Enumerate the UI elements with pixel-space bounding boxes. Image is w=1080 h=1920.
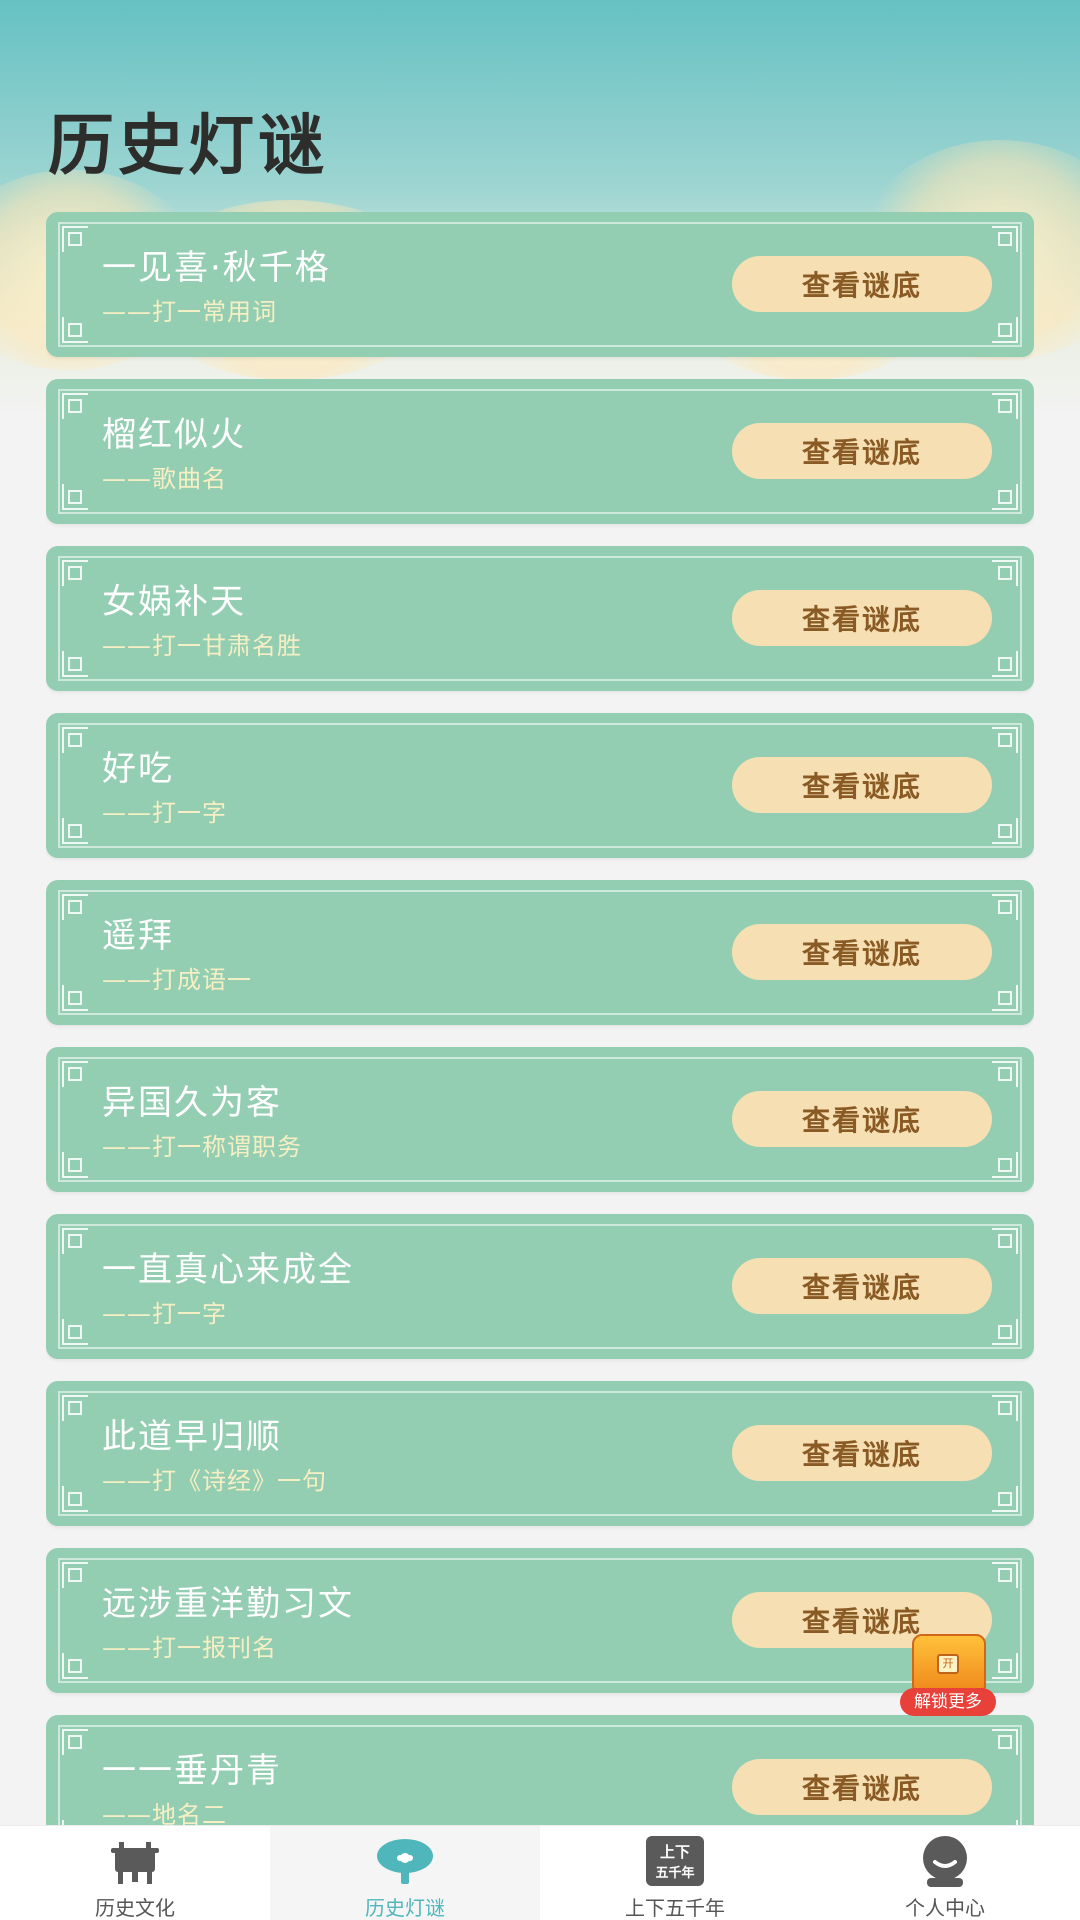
corner-ornament xyxy=(62,727,88,753)
corner-ornament xyxy=(992,1319,1018,1345)
corner-ornament xyxy=(992,1228,1018,1254)
view-answer-button[interactable]: 查看谜底 xyxy=(732,590,992,646)
riddle-card: 遥拜 ——打成语一 查看谜底 xyxy=(46,880,1034,1025)
riddle-list[interactable]: 一见喜·秋千格 ——打一常用词 查看谜底 榴红似火 ——歌曲名 查看谜底 女娲补… xyxy=(46,212,1034,1825)
tab-label: 历史灯谜 xyxy=(365,1896,445,1920)
view-answer-button[interactable]: 查看谜底 xyxy=(732,924,992,980)
corner-ornament xyxy=(992,1729,1018,1755)
corner-ornament xyxy=(992,1152,1018,1178)
view-answer-button[interactable]: 查看谜底 xyxy=(732,1091,992,1147)
view-answer-button[interactable]: 查看谜底 xyxy=(732,256,992,312)
calendar-block-icon: 上下 五千年 xyxy=(645,1836,705,1888)
tab-label: 历史文化 xyxy=(95,1896,175,1920)
view-answer-button[interactable]: 查看谜底 xyxy=(732,757,992,813)
riddle-hint: ——打一甘肃名胜 xyxy=(102,632,302,660)
corner-ornament xyxy=(62,560,88,586)
corner-ornament xyxy=(62,1395,88,1421)
corner-ornament xyxy=(992,818,1018,844)
corner-ornament xyxy=(992,651,1018,677)
riddle-hint: ——打一字 xyxy=(102,799,227,827)
riddle-text: 此道早归顺 xyxy=(102,1417,282,1457)
page-title: 历史灯谜 xyxy=(48,107,328,184)
riddle-hint: ——打一报刊名 xyxy=(102,1634,277,1662)
riddle-text: 好吃 xyxy=(102,749,174,789)
corner-ornament xyxy=(62,1061,88,1087)
corner-ornament xyxy=(62,985,88,1011)
riddle-card: 此道早归顺 ——打《诗经》一句 查看谜底 xyxy=(46,1381,1034,1526)
corner-ornament xyxy=(62,1486,88,1512)
bronze-ding-icon xyxy=(105,1836,165,1888)
corner-ornament xyxy=(992,484,1018,510)
tab-history-riddles[interactable]: 历史灯谜 xyxy=(270,1826,540,1920)
tab-label: 上下五千年 xyxy=(625,1896,725,1920)
svg-text:五千年: 五千年 xyxy=(655,1865,694,1881)
riddle-text: 一见喜·秋千格 xyxy=(102,248,331,288)
corner-ornament xyxy=(62,393,88,419)
bottom-tab-bar: 历史文化 历史灯谜 上下 五千年 上下五千年 个人中心 xyxy=(0,1825,1080,1920)
view-answer-button[interactable]: 查看谜底 xyxy=(732,423,992,479)
corner-ornament xyxy=(62,1152,88,1178)
riddle-text: 遥拜 xyxy=(102,916,174,956)
riddle-card: 榴红似火 ——歌曲名 查看谜底 xyxy=(46,379,1034,524)
riddle-hint: ——歌曲名 xyxy=(102,465,227,493)
riddle-hint: ——打成语一 xyxy=(102,966,252,994)
corner-ornament xyxy=(62,1228,88,1254)
corner-ornament xyxy=(992,226,1018,252)
riddle-card: 好吃 ——打一字 查看谜底 xyxy=(46,713,1034,858)
riddle-card: 一一垂丹青 ——地名二 查看谜底 xyxy=(46,1715,1034,1825)
corner-ornament xyxy=(62,1319,88,1345)
corner-ornament xyxy=(992,1486,1018,1512)
corner-ornament xyxy=(992,560,1018,586)
riddle-hint: ——打一字 xyxy=(102,1300,227,1328)
riddle-hint: ——打《诗经》一句 xyxy=(102,1467,327,1495)
riddle-text: 一一垂丹青 xyxy=(102,1751,282,1791)
corner-ornament xyxy=(992,317,1018,343)
corner-ornament xyxy=(992,1061,1018,1087)
tab-label: 个人中心 xyxy=(905,1896,985,1920)
corner-ornament xyxy=(992,985,1018,1011)
riddle-text: 榴红似火 xyxy=(102,415,246,455)
corner-ornament xyxy=(992,727,1018,753)
corner-ornament xyxy=(992,393,1018,419)
tab-history-culture[interactable]: 历史文化 xyxy=(0,1826,270,1920)
corner-ornament xyxy=(992,1395,1018,1421)
corner-ornament xyxy=(992,1562,1018,1588)
person-icon xyxy=(915,1836,975,1888)
view-answer-button[interactable]: 查看谜底 xyxy=(732,1759,992,1815)
view-answer-button[interactable]: 查看谜底 xyxy=(732,1258,992,1314)
riddle-text: 女娲补天 xyxy=(102,582,246,622)
corner-ornament xyxy=(62,1729,88,1755)
tab-personal-center[interactable]: 个人中心 xyxy=(810,1826,1080,1920)
unlock-more-label: 解锁更多 xyxy=(900,1688,996,1716)
riddle-card: 一见喜·秋千格 ——打一常用词 查看谜底 xyxy=(46,212,1034,357)
corner-ornament xyxy=(992,894,1018,920)
corner-ornament xyxy=(62,1653,88,1679)
chest-lock-icon: 开 xyxy=(937,1654,959,1674)
riddle-hint: ——打一常用词 xyxy=(102,298,277,326)
corner-ornament xyxy=(62,894,88,920)
corner-ornament xyxy=(62,484,88,510)
riddle-card: 异国久为客 ——打一称谓职务 查看谜底 xyxy=(46,1047,1034,1192)
riddle-card: 一直真心来成全 ——打一字 查看谜底 xyxy=(46,1214,1034,1359)
riddle-hint: ——地名二 xyxy=(102,1801,227,1825)
riddle-hint: ——打一称谓职务 xyxy=(102,1133,302,1161)
view-answer-button[interactable]: 查看谜底 xyxy=(732,1425,992,1481)
corner-ornament xyxy=(62,651,88,677)
corner-ornament xyxy=(62,1562,88,1588)
riddle-text: 远涉重洋勤习文 xyxy=(102,1584,354,1624)
riddle-text: 一直真心来成全 xyxy=(102,1250,354,1290)
tab-five-thousand-years[interactable]: 上下 五千年 上下五千年 xyxy=(540,1826,810,1920)
corner-ornament xyxy=(62,818,88,844)
riddle-card: 女娲补天 ——打一甘肃名胜 查看谜底 xyxy=(46,546,1034,691)
unlock-more-badge[interactable]: 开 解锁更多 xyxy=(898,1626,998,1716)
corner-ornament xyxy=(62,226,88,252)
svg-text:上下: 上下 xyxy=(660,1843,690,1861)
lantern-icon xyxy=(375,1836,435,1888)
riddle-text: 异国久为客 xyxy=(102,1083,282,1123)
corner-ornament xyxy=(62,317,88,343)
riddle-card: 远涉重洋勤习文 ——打一报刊名 查看谜底 xyxy=(46,1548,1034,1693)
